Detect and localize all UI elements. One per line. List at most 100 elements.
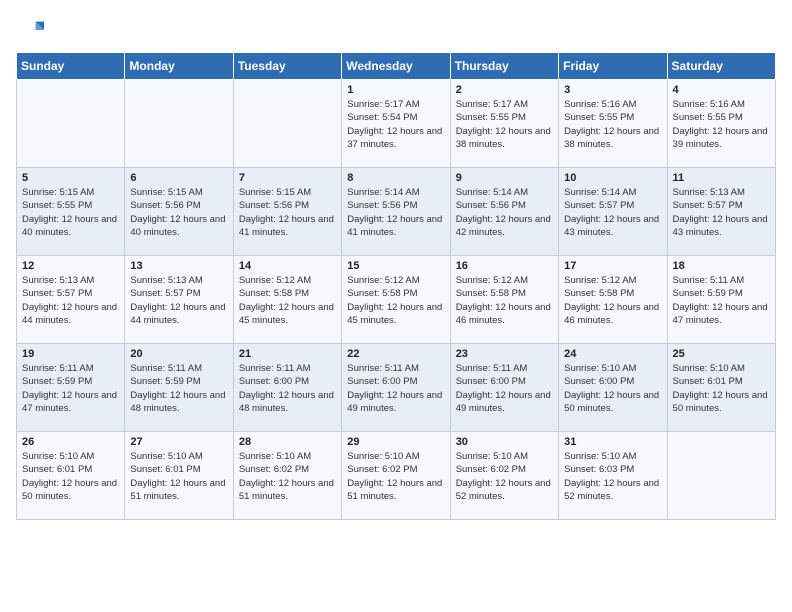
calendar-cell: 19 Sunrise: 5:11 AM Sunset: 5:59 PM Dayli… [17,344,125,432]
day-number: 14 [239,260,336,272]
calendar-cell: 14 Sunrise: 5:12 AM Sunset: 5:58 PM Dayli… [233,256,341,344]
calendar-cell: 8 Sunrise: 5:14 AM Sunset: 5:56 PM Daylig… [342,168,450,256]
calendar-cell: 4 Sunrise: 5:16 AM Sunset: 5:55 PM Daylig… [667,80,775,168]
day-number: 10 [564,172,661,184]
cell-content: Sunrise: 5:10 AM Sunset: 6:01 PM Dayligh… [673,362,770,415]
calendar-table: SundayMondayTuesdayWednesdayThursdayFrid… [16,52,776,520]
day-number: 17 [564,260,661,272]
week-row-2: 12Sunrise: 5:13 AM Sunset: 5:57 PM Dayli… [17,256,776,344]
cell-content: Sunrise: 5:10 AM Sunset: 6:01 PM Dayligh… [130,450,227,503]
calendar-cell: 15 Sunrise: 5:12 AM Sunset: 5:58 PM Dayli… [342,256,450,344]
calendar-cell: 12Sunrise: 5:13 AM Sunset: 5:57 PM Dayli… [17,256,125,344]
day-number: 6 [130,172,227,184]
day-number: 15 [347,260,444,272]
calendar-cell: 23 Sunrise: 5:11 AM Sunset: 6:00 PM Dayli… [450,344,558,432]
week-row-0: 1 Sunrise: 5:17 AM Sunset: 5:54 PM Daylig… [17,80,776,168]
day-number: 18 [673,260,770,272]
cell-content: Sunrise: 5:14 AM Sunset: 5:56 PM Dayligh… [456,186,553,239]
calendar-cell: 6 Sunrise: 5:15 AM Sunset: 5:56 PM Daylig… [125,168,233,256]
calendar-cell: 26 Sunrise: 5:10 AM Sunset: 6:01 PM Dayli… [17,432,125,520]
day-number: 30 [456,436,553,448]
day-number: 22 [347,348,444,360]
calendar-cell: 16Sunrise: 5:12 AM Sunset: 5:58 PM Dayli… [450,256,558,344]
calendar-cell: 29Sunrise: 5:10 AM Sunset: 6:02 PM Dayli… [342,432,450,520]
day-number: 31 [564,436,661,448]
cell-content: Sunrise: 5:11 AM Sunset: 6:00 PM Dayligh… [347,362,444,415]
calendar-header: SundayMondayTuesdayWednesdayThursdayFrid… [17,53,776,80]
cell-content: Sunrise: 5:13 AM Sunset: 5:57 PM Dayligh… [130,274,227,327]
calendar-cell: 11 Sunrise: 5:13 AM Sunset: 5:57 PM Dayli… [667,168,775,256]
day-number: 13 [130,260,227,272]
day-number: 24 [564,348,661,360]
day-number: 23 [456,348,553,360]
calendar-cell: 27Sunrise: 5:10 AM Sunset: 6:01 PM Dayli… [125,432,233,520]
cell-content: Sunrise: 5:17 AM Sunset: 5:54 PM Dayligh… [347,98,444,151]
calendar-cell: 7Sunrise: 5:15 AM Sunset: 5:56 PM Daylig… [233,168,341,256]
cell-content: Sunrise: 5:12 AM Sunset: 5:58 PM Dayligh… [456,274,553,327]
header-cell-friday: Friday [559,53,667,80]
cell-content: Sunrise: 5:16 AM Sunset: 5:55 PM Dayligh… [673,98,770,151]
cell-content: Sunrise: 5:12 AM Sunset: 5:58 PM Dayligh… [347,274,444,327]
day-number: 9 [456,172,553,184]
day-number: 1 [347,84,444,96]
calendar-cell: 2 Sunrise: 5:17 AM Sunset: 5:55 PM Daylig… [450,80,558,168]
cell-content: Sunrise: 5:11 AM Sunset: 6:00 PM Dayligh… [456,362,553,415]
header-cell-thursday: Thursday [450,53,558,80]
cell-content: Sunrise: 5:15 AM Sunset: 5:56 PM Dayligh… [130,186,227,239]
cell-content: Sunrise: 5:10 AM Sunset: 6:02 PM Dayligh… [239,450,336,503]
cell-content: Sunrise: 5:14 AM Sunset: 5:57 PM Dayligh… [564,186,661,239]
cell-content: Sunrise: 5:10 AM Sunset: 6:02 PM Dayligh… [456,450,553,503]
day-number: 7 [239,172,336,184]
calendar-cell [17,80,125,168]
cell-content: Sunrise: 5:11 AM Sunset: 5:59 PM Dayligh… [22,362,119,415]
day-number: 3 [564,84,661,96]
header-cell-tuesday: Tuesday [233,53,341,80]
calendar-cell: 30 Sunrise: 5:10 AM Sunset: 6:02 PM Dayli… [450,432,558,520]
cell-content: Sunrise: 5:16 AM Sunset: 5:55 PM Dayligh… [564,98,661,151]
week-row-1: 5Sunrise: 5:15 AM Sunset: 5:55 PM Daylig… [17,168,776,256]
header-cell-sunday: Sunday [17,53,125,80]
day-number: 2 [456,84,553,96]
cell-content: Sunrise: 5:11 AM Sunset: 5:59 PM Dayligh… [130,362,227,415]
calendar-body: 1 Sunrise: 5:17 AM Sunset: 5:54 PM Daylig… [17,80,776,520]
calendar-cell: 22 Sunrise: 5:11 AM Sunset: 6:00 PM Dayli… [342,344,450,432]
week-row-4: 26 Sunrise: 5:10 AM Sunset: 6:01 PM Dayli… [17,432,776,520]
cell-content: Sunrise: 5:13 AM Sunset: 5:57 PM Dayligh… [22,274,119,327]
cell-content: Sunrise: 5:10 AM Sunset: 6:00 PM Dayligh… [564,362,661,415]
day-number: 11 [673,172,770,184]
calendar-cell: 21Sunrise: 5:11 AM Sunset: 6:00 PM Dayli… [233,344,341,432]
day-number: 4 [673,84,770,96]
cell-content: Sunrise: 5:11 AM Sunset: 5:59 PM Dayligh… [673,274,770,327]
calendar-cell: 18 Sunrise: 5:11 AM Sunset: 5:59 PM Dayli… [667,256,775,344]
day-number: 8 [347,172,444,184]
logo [16,16,48,44]
calendar-cell: 24 Sunrise: 5:10 AM Sunset: 6:00 PM Dayli… [559,344,667,432]
cell-content: Sunrise: 5:17 AM Sunset: 5:55 PM Dayligh… [456,98,553,151]
day-number: 20 [130,348,227,360]
calendar-cell: 5Sunrise: 5:15 AM Sunset: 5:55 PM Daylig… [17,168,125,256]
cell-content: Sunrise: 5:14 AM Sunset: 5:56 PM Dayligh… [347,186,444,239]
calendar-cell: 31 Sunrise: 5:10 AM Sunset: 6:03 PM Dayli… [559,432,667,520]
header-row: SundayMondayTuesdayWednesdayThursdayFrid… [17,53,776,80]
calendar-cell: 9 Sunrise: 5:14 AM Sunset: 5:56 PM Daylig… [450,168,558,256]
day-number: 26 [22,436,119,448]
cell-content: Sunrise: 5:10 AM Sunset: 6:01 PM Dayligh… [22,450,119,503]
page-header [16,16,776,44]
header-cell-monday: Monday [125,53,233,80]
header-cell-saturday: Saturday [667,53,775,80]
week-row-3: 19 Sunrise: 5:11 AM Sunset: 5:59 PM Dayli… [17,344,776,432]
cell-content: Sunrise: 5:12 AM Sunset: 5:58 PM Dayligh… [239,274,336,327]
cell-content: Sunrise: 5:10 AM Sunset: 6:03 PM Dayligh… [564,450,661,503]
day-number: 5 [22,172,119,184]
calendar-cell: 25Sunrise: 5:10 AM Sunset: 6:01 PM Dayli… [667,344,775,432]
calendar-cell [125,80,233,168]
cell-content: Sunrise: 5:13 AM Sunset: 5:57 PM Dayligh… [673,186,770,239]
day-number: 21 [239,348,336,360]
calendar-cell [233,80,341,168]
cell-content: Sunrise: 5:12 AM Sunset: 5:58 PM Dayligh… [564,274,661,327]
calendar-cell [667,432,775,520]
calendar-cell: 10 Sunrise: 5:14 AM Sunset: 5:57 PM Dayli… [559,168,667,256]
calendar-cell: 17 Sunrise: 5:12 AM Sunset: 5:58 PM Dayli… [559,256,667,344]
day-number: 19 [22,348,119,360]
logo-icon [16,16,44,44]
